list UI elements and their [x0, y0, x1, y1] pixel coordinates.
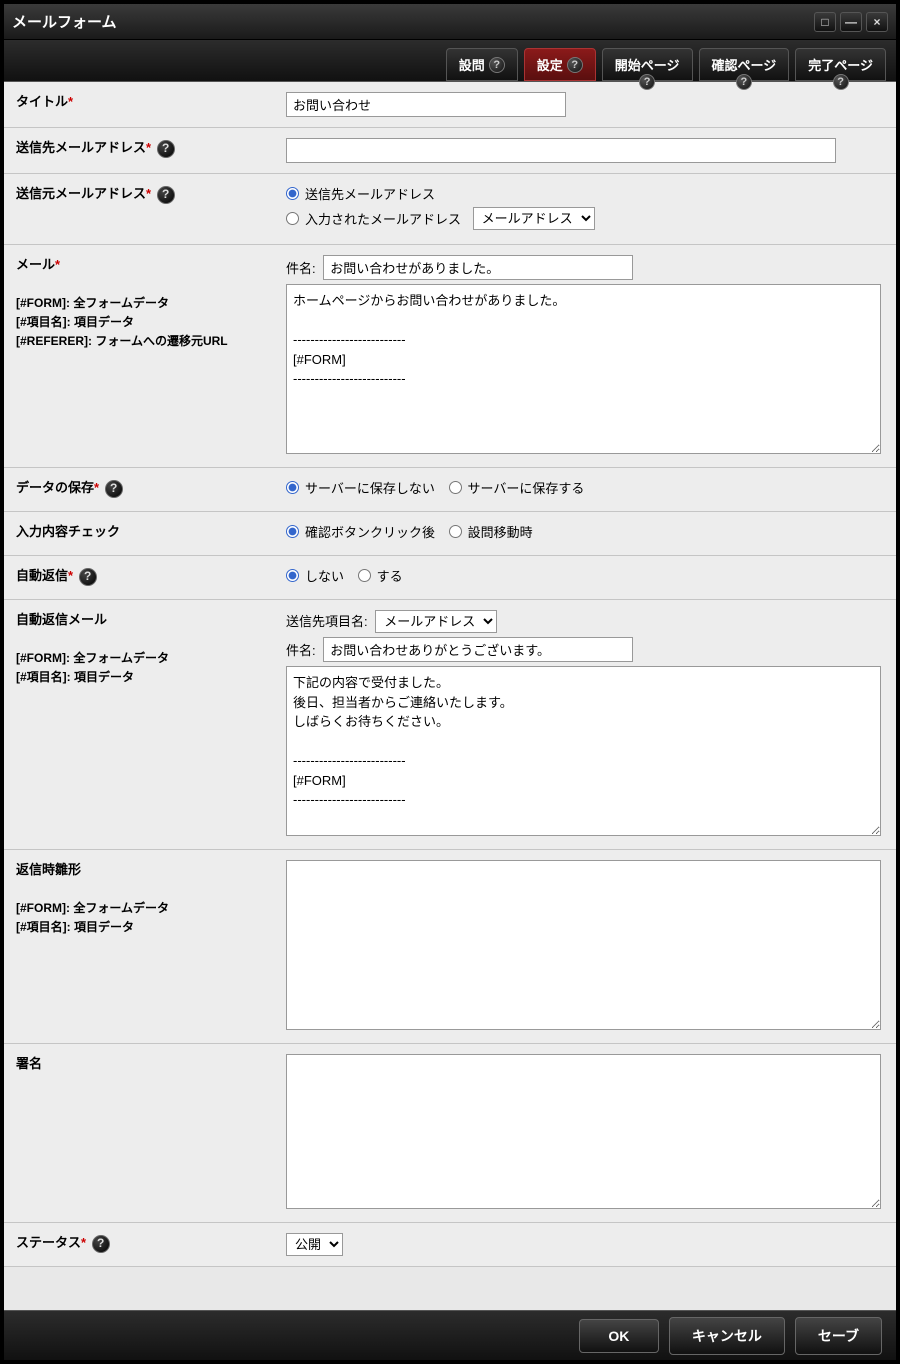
- sender-opt-recipient: 送信先メールアドレス: [305, 184, 435, 203]
- hint-item: [#項目名]: 項目データ: [16, 313, 286, 332]
- mail-form-window: メールフォーム □ — × 設問 ? 設定 ? 開始ページ ? 確認ページ ? …: [0, 0, 900, 1364]
- label-sender: 送信元メールアドレス: [16, 186, 146, 201]
- required-mark: *: [81, 1235, 86, 1250]
- row-check: 入力内容チェック 確認ボタンクリック後 設問移動時: [4, 512, 896, 556]
- close-icon[interactable]: ×: [866, 12, 888, 32]
- label-autoreply: 自動返信: [16, 568, 68, 583]
- sender-radio-input[interactable]: [286, 212, 299, 225]
- autoreply-body-textarea[interactable]: [286, 666, 881, 836]
- tab-label: 完了ページ: [808, 55, 873, 74]
- hint-form: [#FORM]: 全フォームデータ: [16, 899, 286, 918]
- help-icon[interactable]: ?: [567, 57, 583, 73]
- reply-template-textarea[interactable]: [286, 860, 881, 1030]
- sender-radio-recipient[interactable]: [286, 187, 299, 200]
- hint-form: [#FORM]: 全フォームデータ: [16, 294, 286, 313]
- required-mark: *: [94, 480, 99, 495]
- help-icon[interactable]: ?: [157, 140, 175, 158]
- label-signature: 署名: [16, 1056, 42, 1071]
- maximize-icon[interactable]: □: [814, 12, 836, 32]
- signature-textarea[interactable]: [286, 1054, 881, 1209]
- tab-label: 開始ページ: [615, 55, 680, 74]
- check-radio-click[interactable]: [286, 525, 299, 538]
- hint-item: [#項目名]: 項目データ: [16, 918, 286, 937]
- autoreply-opt-yes: する: [377, 566, 403, 585]
- row-title: タイトル*: [4, 82, 896, 128]
- tab-label: 設問: [459, 55, 485, 74]
- window-title: メールフォーム: [12, 11, 117, 32]
- minimize-icon[interactable]: —: [840, 12, 862, 32]
- required-mark: *: [68, 94, 73, 109]
- autoreply-radio-yes[interactable]: [358, 569, 371, 582]
- tab-start-page[interactable]: 開始ページ ?: [602, 48, 693, 81]
- status-select[interactable]: 公開: [286, 1233, 343, 1256]
- tab-done-page[interactable]: 完了ページ ?: [795, 48, 886, 81]
- label-title: タイトル: [16, 94, 68, 109]
- tab-label: 確認ページ: [712, 55, 777, 74]
- cancel-button[interactable]: キャンセル: [669, 1317, 785, 1355]
- label-check: 入力内容チェック: [16, 524, 120, 539]
- hint-item: [#項目名]: 項目データ: [16, 668, 286, 687]
- row-signature: 署名: [4, 1044, 896, 1223]
- autoreply-subject-label: 件名:: [286, 643, 316, 658]
- help-icon[interactable]: ?: [92, 1235, 110, 1253]
- recipient-input[interactable]: [286, 138, 836, 163]
- save-radio-no[interactable]: [286, 481, 299, 494]
- autoreply-dest-select[interactable]: メールアドレス: [375, 610, 497, 633]
- required-mark: *: [68, 568, 73, 583]
- label-status: ステータス: [16, 1235, 81, 1250]
- label-autoreply-mail: 自動返信メール: [16, 610, 286, 631]
- row-autoreply: 自動返信* ? しない する: [4, 556, 896, 600]
- autoreply-opt-no: しない: [305, 566, 344, 585]
- required-mark: *: [146, 140, 151, 155]
- label-reply-template: 返信時雛形: [16, 860, 286, 881]
- save-radio-yes[interactable]: [449, 481, 462, 494]
- ok-button[interactable]: OK: [579, 1319, 659, 1353]
- row-sender: 送信元メールアドレス* ? 送信先メールアドレス 入力されたメールアドレス メー…: [4, 174, 896, 245]
- mail-subject-input[interactable]: [323, 255, 633, 280]
- row-reply-template: 返信時雛形 [#FORM]: 全フォームデータ [#項目名]: 項目データ: [4, 850, 896, 1044]
- save-opt-no: サーバーに保存しない: [305, 478, 435, 497]
- row-save: データの保存* ? サーバーに保存しない サーバーに保存する: [4, 468, 896, 512]
- row-mail: メール* [#FORM]: 全フォームデータ [#項目名]: 項目データ [#R…: [4, 245, 896, 468]
- row-recipient: 送信先メールアドレス* ?: [4, 128, 896, 174]
- form-content: タイトル* 送信先メールアドレス* ? 送信元メールアドレス* ?: [4, 82, 896, 1310]
- footer: OK キャンセル セーブ: [4, 1310, 896, 1360]
- help-icon[interactable]: ?: [79, 568, 97, 586]
- help-icon[interactable]: ?: [157, 186, 175, 204]
- required-mark: *: [146, 186, 151, 201]
- autoreply-radio-no[interactable]: [286, 569, 299, 582]
- help-icon[interactable]: ?: [736, 74, 752, 90]
- tab-settings[interactable]: 設定 ?: [524, 48, 596, 81]
- check-opt-move: 設問移動時: [468, 522, 533, 541]
- required-mark: *: [55, 257, 60, 272]
- row-autoreply-mail: 自動返信メール [#FORM]: 全フォームデータ [#項目名]: 項目データ …: [4, 600, 896, 850]
- help-icon[interactable]: ?: [105, 480, 123, 498]
- sender-field-select[interactable]: メールアドレス: [473, 207, 595, 230]
- tab-bar: 設問 ? 設定 ? 開始ページ ? 確認ページ ? 完了ページ ?: [4, 40, 896, 82]
- tab-questions[interactable]: 設問 ?: [446, 48, 518, 81]
- hint-form: [#FORM]: 全フォームデータ: [16, 649, 286, 668]
- check-radio-move[interactable]: [449, 525, 462, 538]
- label-save: データの保存: [16, 480, 94, 495]
- titlebar: メールフォーム □ — ×: [4, 4, 896, 40]
- save-button[interactable]: セーブ: [795, 1317, 882, 1355]
- window-buttons: □ — ×: [814, 12, 888, 32]
- title-input[interactable]: [286, 92, 566, 117]
- autoreply-dest-label: 送信先項目名:: [286, 614, 368, 629]
- label-mail: メール: [16, 257, 55, 272]
- help-icon[interactable]: ?: [489, 57, 505, 73]
- help-icon[interactable]: ?: [833, 74, 849, 90]
- sender-opt-input: 入力されたメールアドレス: [305, 209, 461, 228]
- tab-confirm-page[interactable]: 確認ページ ?: [699, 48, 790, 81]
- help-icon[interactable]: ?: [639, 74, 655, 90]
- hint-referer: [#REFERER]: フォームへの遷移元URL: [16, 332, 286, 351]
- check-opt-click: 確認ボタンクリック後: [305, 522, 435, 541]
- label-recipient: 送信先メールアドレス: [16, 140, 146, 155]
- autoreply-subject-input[interactable]: [323, 637, 633, 662]
- mail-body-textarea[interactable]: [286, 284, 881, 454]
- save-opt-yes: サーバーに保存する: [468, 478, 585, 497]
- row-status: ステータス* ? 公開: [4, 1223, 896, 1267]
- mail-subject-label: 件名:: [286, 261, 316, 276]
- tab-label: 設定: [537, 55, 563, 74]
